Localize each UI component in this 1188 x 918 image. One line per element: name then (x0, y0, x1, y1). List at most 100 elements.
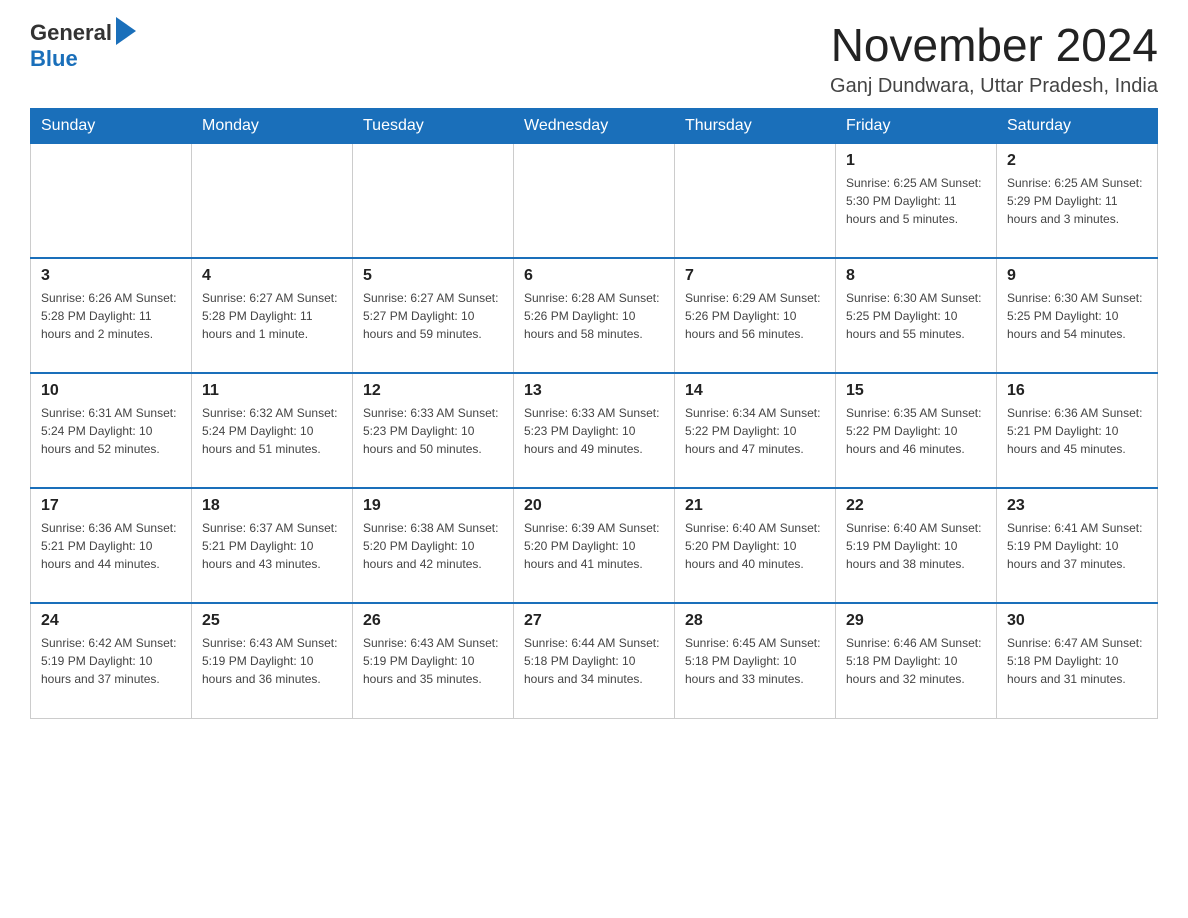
day-info: Sunrise: 6:25 AM Sunset: 5:30 PM Dayligh… (846, 174, 986, 228)
calendar-cell: 27 Sunrise: 6:44 AM Sunset: 5:18 PM Dayli… (514, 603, 675, 718)
day-info: Sunrise: 6:37 AM Sunset: 5:21 PM Dayligh… (202, 519, 342, 573)
weekday-header-sunday: Sunday (31, 108, 192, 143)
calendar-cell (675, 143, 836, 258)
day-info: Sunrise: 6:39 AM Sunset: 5:20 PM Dayligh… (524, 519, 664, 573)
page-header: General Blue November 2024 Ganj Dundwara… (30, 20, 1158, 98)
day-info: Sunrise: 6:46 AM Sunset: 5:18 PM Dayligh… (846, 634, 986, 688)
day-number: 3 (41, 267, 181, 285)
week-row-1: 1Sunrise: 6:25 AM Sunset: 5:30 PM Daylig… (31, 143, 1158, 258)
day-number: 14 (685, 382, 825, 400)
day-number: 2 (1007, 152, 1147, 170)
day-info: Sunrise: 6:43 AM Sunset: 5:19 PM Dayligh… (363, 634, 503, 688)
calendar-cell: 13 Sunrise: 6:33 AM Sunset: 5:23 PM Dayli… (514, 373, 675, 488)
calendar-cell: 11 Sunrise: 6:32 AM Sunset: 5:24 PM Dayli… (192, 373, 353, 488)
calendar-subtitle: Ganj Dundwara, Uttar Pradesh, India (830, 75, 1158, 98)
weekday-header-tuesday: Tuesday (353, 108, 514, 143)
day-info: Sunrise: 6:45 AM Sunset: 5:18 PM Dayligh… (685, 634, 825, 688)
weekday-header-monday: Monday (192, 108, 353, 143)
day-info: Sunrise: 6:30 AM Sunset: 5:25 PM Dayligh… (846, 289, 986, 343)
calendar-cell: 25Sunrise: 6:43 AM Sunset: 5:19 PM Dayli… (192, 603, 353, 718)
calendar-cell (353, 143, 514, 258)
day-info: Sunrise: 6:32 AM Sunset: 5:24 PM Dayligh… (202, 404, 342, 458)
week-row-2: 3Sunrise: 6:26 AM Sunset: 5:28 PM Daylig… (31, 258, 1158, 373)
day-info: Sunrise: 6:29 AM Sunset: 5:26 PM Dayligh… (685, 289, 825, 343)
day-info: Sunrise: 6:33 AM Sunset: 5:23 PM Dayligh… (524, 404, 664, 458)
day-info: Sunrise: 6:30 AM Sunset: 5:25 PM Dayligh… (1007, 289, 1147, 343)
day-info: Sunrise: 6:38 AM Sunset: 5:20 PM Dayligh… (363, 519, 503, 573)
day-info: Sunrise: 6:44 AM Sunset: 5:18 PM Dayligh… (524, 634, 664, 688)
day-info: Sunrise: 6:33 AM Sunset: 5:23 PM Dayligh… (363, 404, 503, 458)
day-info: Sunrise: 6:27 AM Sunset: 5:28 PM Dayligh… (202, 289, 342, 343)
day-info: Sunrise: 6:41 AM Sunset: 5:19 PM Dayligh… (1007, 519, 1147, 573)
day-info: Sunrise: 6:42 AM Sunset: 5:19 PM Dayligh… (41, 634, 181, 688)
day-number: 6 (524, 267, 664, 285)
calendar-cell: 10 Sunrise: 6:31 AM Sunset: 5:24 PM Dayli… (31, 373, 192, 488)
day-number: 22 (846, 497, 986, 515)
weekday-header-thursday: Thursday (675, 108, 836, 143)
calendar-cell: 22 Sunrise: 6:40 AM Sunset: 5:19 PM Dayli… (836, 488, 997, 603)
day-number: 19 (363, 497, 503, 515)
calendar-cell: 24 Sunrise: 6:42 AM Sunset: 5:19 PM Dayli… (31, 603, 192, 718)
day-info: Sunrise: 6:47 AM Sunset: 5:18 PM Dayligh… (1007, 634, 1147, 688)
day-number: 8 (846, 267, 986, 285)
calendar-title: November 2024 (830, 20, 1158, 71)
day-info: Sunrise: 6:28 AM Sunset: 5:26 PM Dayligh… (524, 289, 664, 343)
day-number: 13 (524, 382, 664, 400)
day-number: 29 (846, 612, 986, 630)
calendar-cell: 20 Sunrise: 6:39 AM Sunset: 5:20 PM Dayli… (514, 488, 675, 603)
calendar-cell: 8 Sunrise: 6:30 AM Sunset: 5:25 PM Daylig… (836, 258, 997, 373)
calendar-cell: 19 Sunrise: 6:38 AM Sunset: 5:20 PM Dayli… (353, 488, 514, 603)
day-number: 30 (1007, 612, 1147, 630)
day-number: 17 (41, 497, 181, 515)
day-number: 20 (524, 497, 664, 515)
day-number: 26 (363, 612, 503, 630)
day-info: Sunrise: 6:27 AM Sunset: 5:27 PM Dayligh… (363, 289, 503, 343)
calendar-cell (31, 143, 192, 258)
day-number: 25 (202, 612, 342, 630)
day-info: Sunrise: 6:36 AM Sunset: 5:21 PM Dayligh… (1007, 404, 1147, 458)
logo-general: General (30, 20, 112, 46)
calendar-cell: 7 Sunrise: 6:29 AM Sunset: 5:26 PM Daylig… (675, 258, 836, 373)
day-number: 15 (846, 382, 986, 400)
calendar-cell: 2Sunrise: 6:25 AM Sunset: 5:29 PM Daylig… (997, 143, 1158, 258)
logo-blue: Blue (30, 46, 78, 72)
day-number: 7 (685, 267, 825, 285)
day-number: 16 (1007, 382, 1147, 400)
calendar-cell (514, 143, 675, 258)
calendar-cell: 16 Sunrise: 6:36 AM Sunset: 5:21 PM Dayli… (997, 373, 1158, 488)
calendar-cell (192, 143, 353, 258)
weekday-header-row: SundayMondayTuesdayWednesdayThursdayFrid… (31, 108, 1158, 143)
calendar-cell: 5 Sunrise: 6:27 AM Sunset: 5:27 PM Daylig… (353, 258, 514, 373)
logo-arrow-icon (116, 17, 136, 45)
day-number: 27 (524, 612, 664, 630)
day-info: Sunrise: 6:35 AM Sunset: 5:22 PM Dayligh… (846, 404, 986, 458)
calendar-cell: 29 Sunrise: 6:46 AM Sunset: 5:18 PM Dayli… (836, 603, 997, 718)
weekday-header-saturday: Saturday (997, 108, 1158, 143)
calendar-cell: 12 Sunrise: 6:33 AM Sunset: 5:23 PM Dayli… (353, 373, 514, 488)
day-number: 24 (41, 612, 181, 630)
day-number: 12 (363, 382, 503, 400)
calendar-cell: 9 Sunrise: 6:30 AM Sunset: 5:25 PM Daylig… (997, 258, 1158, 373)
week-row-3: 10 Sunrise: 6:31 AM Sunset: 5:24 PM Dayli… (31, 373, 1158, 488)
day-info: Sunrise: 6:34 AM Sunset: 5:22 PM Dayligh… (685, 404, 825, 458)
calendar-cell: 30 Sunrise: 6:47 AM Sunset: 5:18 PM Dayli… (997, 603, 1158, 718)
week-row-5: 24 Sunrise: 6:42 AM Sunset: 5:19 PM Dayli… (31, 603, 1158, 718)
calendar-cell: 6 Sunrise: 6:28 AM Sunset: 5:26 PM Daylig… (514, 258, 675, 373)
calendar-table: SundayMondayTuesdayWednesdayThursdayFrid… (30, 108, 1158, 719)
weekday-header-friday: Friday (836, 108, 997, 143)
logo: General Blue (30, 20, 136, 72)
calendar-cell: 15 Sunrise: 6:35 AM Sunset: 5:22 PM Dayli… (836, 373, 997, 488)
calendar-cell: 14 Sunrise: 6:34 AM Sunset: 5:22 PM Dayli… (675, 373, 836, 488)
day-info: Sunrise: 6:36 AM Sunset: 5:21 PM Dayligh… (41, 519, 181, 573)
day-info: Sunrise: 6:40 AM Sunset: 5:19 PM Dayligh… (846, 519, 986, 573)
day-info: Sunrise: 6:40 AM Sunset: 5:20 PM Dayligh… (685, 519, 825, 573)
calendar-cell: 4Sunrise: 6:27 AM Sunset: 5:28 PM Daylig… (192, 258, 353, 373)
day-number: 10 (41, 382, 181, 400)
calendar-cell: 21Sunrise: 6:40 AM Sunset: 5:20 PM Dayli… (675, 488, 836, 603)
day-number: 23 (1007, 497, 1147, 515)
day-number: 9 (1007, 267, 1147, 285)
day-number: 5 (363, 267, 503, 285)
day-number: 11 (202, 382, 342, 400)
title-section: November 2024 Ganj Dundwara, Uttar Prade… (830, 20, 1158, 98)
day-info: Sunrise: 6:31 AM Sunset: 5:24 PM Dayligh… (41, 404, 181, 458)
